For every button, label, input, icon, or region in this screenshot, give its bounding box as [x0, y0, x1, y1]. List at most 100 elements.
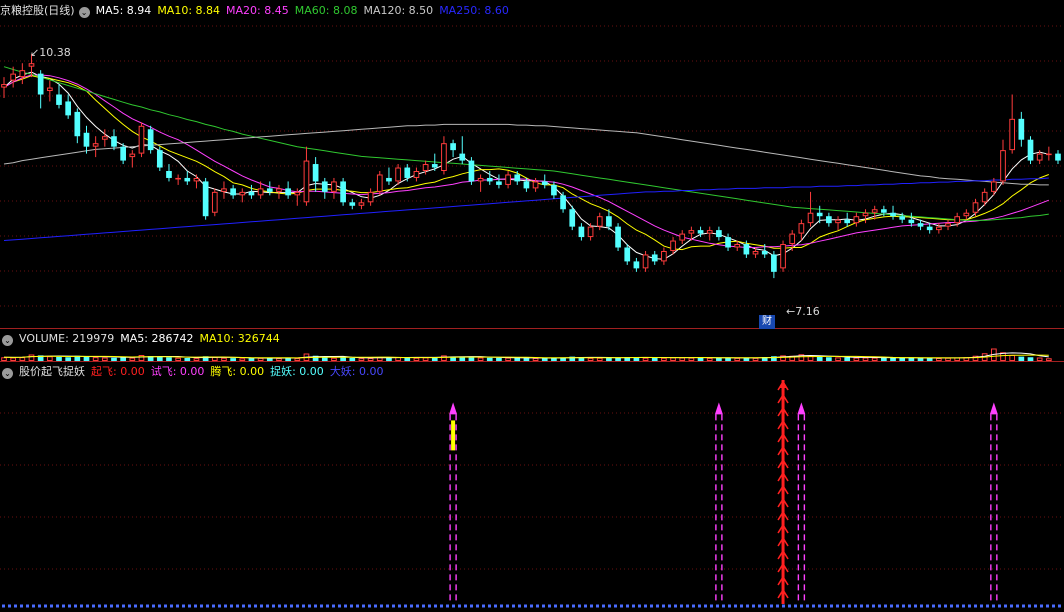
signal-baseline-dot [908, 604, 911, 608]
signal-baseline-dot [470, 604, 473, 608]
signal-baseline-dot [14, 604, 17, 608]
candle-body [395, 167, 401, 182]
signal-baseline-dot [572, 604, 575, 608]
stock-title[interactable]: 京粮控股(日线) [0, 4, 75, 17]
signal-baseline-dot [122, 604, 125, 608]
signal-baseline-dot [488, 604, 491, 608]
signal-baseline-dot [668, 604, 671, 608]
collapse-icon[interactable]: ⌄ [78, 7, 90, 18]
signal-baseline-dot [86, 604, 89, 608]
candle-body [459, 153, 466, 161]
signal-baseline-dot [338, 604, 341, 608]
candle-body [826, 216, 832, 224]
signal-baseline-dot [1058, 604, 1061, 608]
candle-body [175, 177, 181, 180]
signal-baseline-dot [200, 604, 203, 608]
dayao-label: 大妖: 0.00 [329, 365, 384, 378]
candle-body [945, 223, 951, 227]
signal-baseline-dot [428, 604, 431, 608]
finance-badge[interactable]: 财 [759, 315, 775, 329]
candle-body [697, 230, 704, 234]
signal-baseline-dot [674, 604, 677, 608]
signal-baseline-dot [554, 604, 557, 608]
signal-baseline-dot [536, 604, 539, 608]
candle-body [890, 212, 896, 217]
signal-baseline-dot [956, 604, 959, 608]
signal-baseline-dot [866, 604, 869, 608]
signal-baseline-dot [410, 604, 413, 608]
signal-baseline-dot [518, 604, 521, 608]
candle-body [615, 226, 621, 248]
signal-baseline-dot [620, 604, 623, 608]
candle-body [431, 164, 438, 168]
signal-baseline-dot [20, 604, 23, 608]
signal-baseline-dot [692, 604, 695, 608]
signal-baseline-dot [698, 604, 701, 608]
signal-highlight [451, 420, 456, 451]
candle-body [972, 202, 979, 213]
candle-body [422, 164, 429, 172]
signal-baseline-dot [938, 604, 941, 608]
signal-baseline-dot [746, 604, 749, 608]
candle-body [65, 101, 71, 116]
tengfei-label: 腾飞: 0.00 [210, 365, 265, 378]
signal-arrow-head [714, 402, 723, 415]
candle-body [633, 261, 640, 269]
candle-body [303, 160, 310, 203]
signal-baseline-dot [140, 604, 143, 608]
signal-baseline-dot [608, 604, 611, 608]
candle-body [386, 177, 392, 182]
candle-body [486, 177, 493, 182]
ma10-label: MA10: 8.84 [157, 4, 221, 17]
signal-baseline-dot [980, 604, 983, 608]
candle-body [871, 209, 878, 213]
signal-baseline-dot [248, 604, 251, 608]
candle-body [450, 143, 456, 151]
candle-body [752, 250, 759, 255]
signal-baseline-dot [116, 604, 119, 608]
signal-baseline-dot [1034, 604, 1037, 608]
candle-body [1009, 118, 1016, 151]
ma120-label: MA120: 8.50 [363, 4, 434, 17]
collapse-icon[interactable]: ⌄ [2, 335, 13, 346]
collapse-icon[interactable]: ⌄ [2, 368, 13, 379]
candle-body [716, 230, 722, 238]
candle-body [1027, 139, 1034, 161]
candle-body [37, 73, 44, 95]
signal-baseline-dot [302, 604, 305, 608]
candle-body [532, 181, 539, 189]
high-price-value: 10.38 [39, 46, 71, 59]
signal-baseline-dot [950, 604, 953, 608]
candle-body [147, 129, 154, 151]
candle-body [413, 171, 420, 178]
candle-body [725, 237, 731, 248]
signal-baseline-dot [344, 604, 347, 608]
candle-body [1036, 153, 1043, 161]
signal-baseline-dot [728, 604, 731, 608]
candle-body [74, 111, 81, 137]
signal-baseline-dot [434, 604, 437, 608]
signal-baseline-dot [788, 604, 791, 608]
signal-baseline-dot [842, 604, 845, 608]
ma5-label: MA5: 8.94 [95, 4, 152, 17]
candle-body [560, 195, 566, 210]
signal-baseline-dot [740, 604, 743, 608]
chart-canvas[interactable] [0, 0, 1064, 612]
candle-body [505, 174, 511, 185]
signal-baseline-dot [920, 604, 923, 608]
candle-body [835, 219, 841, 224]
pane-separator [0, 328, 1064, 329]
signal-baseline-dot [494, 604, 497, 608]
stock-chart[interactable]: 京粮控股(日线) ⌄ MA5: 8.94 MA10: 8.84 MA20: 8.45 MA… [0, 0, 1064, 612]
indicator-name: 股价起飞捉妖 [19, 365, 85, 378]
candle-body [954, 216, 961, 224]
candle-body [514, 174, 521, 182]
signal-baseline-dot [542, 604, 545, 608]
candle-body [899, 216, 906, 220]
candle-body [56, 94, 62, 105]
signal-baseline-dot [362, 604, 365, 608]
signal-baseline-dot [578, 604, 581, 608]
volume-bar [1009, 355, 1016, 361]
signal-baseline-dot [1028, 604, 1031, 608]
signal-baseline-dot [62, 604, 65, 608]
